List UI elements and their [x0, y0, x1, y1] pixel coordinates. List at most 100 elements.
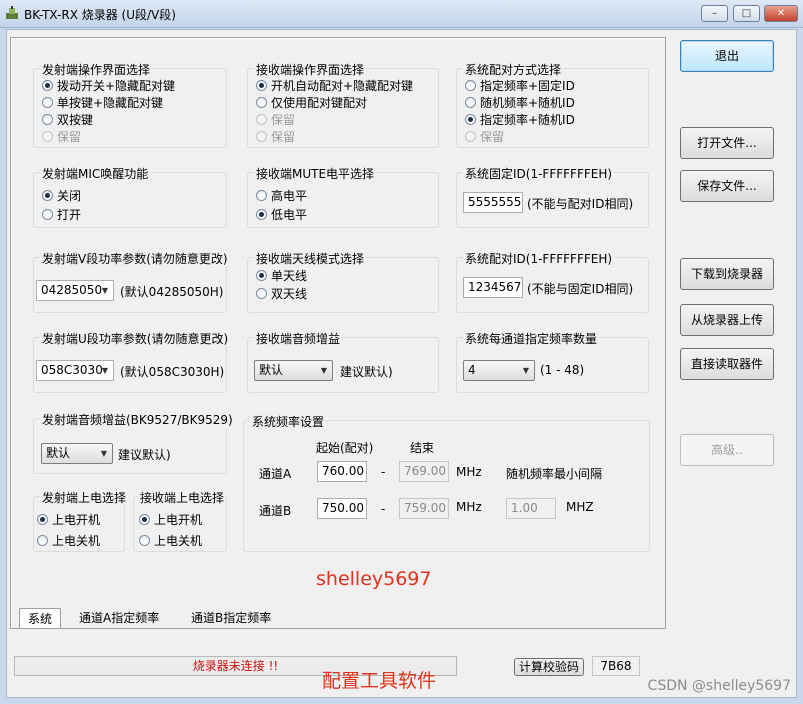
radio-icon [139, 535, 150, 546]
dropdown-arrow-icon: ▼ [100, 449, 107, 458]
checksum-value: 7B68 [592, 656, 640, 676]
channel-b-end-input: 759.00 [399, 498, 449, 519]
channel-b-start-input[interactable]: 750.00 [317, 498, 367, 519]
tx-u-power-note: (默认058C3030H) [120, 365, 225, 379]
radio-icon [256, 97, 267, 108]
radio-option-disabled: 保留 [465, 129, 504, 145]
channel-b-label: 通道B [259, 504, 292, 518]
radio-option[interactable]: 单天线 [256, 268, 307, 284]
group-title: 接收端MUTE电平选择 [254, 165, 377, 182]
group-title: 系统固定ID(1-FFFFFFFEH) [463, 165, 615, 182]
caption-watermark: 配置工具软件 [322, 670, 437, 692]
radio-option[interactable]: 指定频率+固定ID [465, 78, 575, 94]
title-bar[interactable]: BK-TX-RX 烧录器 (U段/V段) – □ ✕ [0, 0, 803, 28]
radio-icon [42, 131, 53, 142]
radio-checked-icon [256, 270, 267, 281]
radio-option[interactable]: 指定频率+随机ID [465, 112, 575, 128]
radio-option[interactable]: 关闭 [42, 188, 81, 204]
radio-option[interactable]: 拨动开关+隐藏配对键 [42, 78, 175, 94]
channel-a-start-input[interactable]: 760.00 [317, 461, 367, 482]
tab-channel-a-freq[interactable]: 通道A指定频率 [79, 608, 159, 628]
radio-icon [465, 80, 476, 91]
group-title: 系统频率设置 [250, 413, 327, 430]
radio-option-disabled: 保留 [42, 129, 81, 145]
tx-v-power-combo[interactable]: 04285050 ▼ [36, 280, 114, 301]
channel-freq-count-note: (1 - 48) [540, 363, 585, 377]
tab-channel-b-freq[interactable]: 通道B指定频率 [191, 608, 271, 628]
radio-checked-icon [37, 514, 48, 525]
radio-option[interactable]: 上电关机 [37, 533, 100, 549]
group-title: 发射端V段功率参数(请勿随意更改) [40, 250, 230, 267]
radio-icon [256, 288, 267, 299]
group-title: 接收端音频增益 [254, 330, 343, 347]
tx-ui-select-group: 发射端操作界面选择 拨动开关+隐藏配对键 单按键+隐藏配对键 双按键 保留 [33, 61, 227, 148]
save-file-button[interactable]: 保存文件... [680, 170, 774, 202]
group-title: 接收端上电选择 [138, 489, 227, 506]
fixed-id-group: 系统固定ID(1-FFFFFFFEH) 55555555 (不能与配对ID相同) [456, 165, 649, 228]
radio-option[interactable]: 高电平 [256, 188, 307, 204]
tx-audio-gain-note: 建议默认) [118, 448, 171, 462]
radio-option[interactable]: 仅使用配对键配对 [256, 95, 367, 111]
rx-antenna-group: 接收端天线模式选择 单天线 双天线 [247, 250, 439, 313]
radio-icon [465, 131, 476, 142]
tab-system[interactable]: 系统 [19, 608, 62, 628]
tx-v-power-group: 发射端V段功率参数(请勿随意更改) 04285050 ▼ (默认04285050H… [33, 250, 230, 313]
radio-option-disabled: 保留 [256, 112, 295, 128]
radio-option[interactable]: 上电关机 [139, 533, 202, 549]
radio-option[interactable]: 开机自动配对+隐藏配对键 [256, 78, 413, 94]
radio-option[interactable]: 打开 [42, 207, 81, 223]
pair-id-group: 系统配对ID(1-FFFFFFFEH) 12345678 (不能与固定ID相同) [456, 250, 649, 313]
radio-checked-icon [42, 80, 53, 91]
min-interval-label: 随机频率最小间隔 [506, 467, 603, 481]
radio-icon [42, 209, 53, 220]
close-button[interactable]: ✕ [764, 5, 798, 22]
radio-checked-icon [256, 209, 267, 220]
channel-a-label: 通道A [259, 467, 292, 481]
channel-freq-count-combo[interactable]: 4 ▼ [463, 360, 535, 381]
group-title: 系统每通道指定频率数量 [463, 330, 600, 347]
dropdown-arrow-icon: ▼ [101, 366, 108, 375]
group-title: 发射端操作界面选择 [40, 61, 153, 78]
group-title: 发射端上电选择 [40, 489, 129, 506]
upload-from-burner-button[interactable]: 从烧录器上传 [680, 304, 774, 336]
radio-option[interactable]: 随机频率+随机ID [465, 95, 575, 111]
tx-u-power-combo[interactable]: 058C3030 ▼ [36, 360, 114, 381]
group-title: 接收端天线模式选择 [254, 250, 367, 267]
radio-option[interactable]: 低电平 [256, 207, 307, 223]
window-title: BK-TX-RX 烧录器 (U段/V段) [24, 8, 176, 22]
fixed-id-input[interactable]: 55555555 [463, 192, 523, 213]
radio-option[interactable]: 双按键 [42, 112, 93, 128]
channel-a-end-input: 769.00 [399, 461, 449, 482]
open-file-button[interactable]: 打开文件... [680, 127, 774, 159]
dropdown-arrow-icon: ▼ [101, 286, 108, 295]
group-title: 发射端MIC唤醒功能 [40, 165, 151, 182]
tx-audio-gain-combo[interactable]: 默认 ▼ [41, 443, 113, 464]
app-icon [6, 6, 18, 19]
rx-mute-level-group: 接收端MUTE电平选择 高电平 低电平 [247, 165, 439, 228]
radio-icon [256, 114, 267, 125]
radio-option[interactable]: 上电开机 [139, 512, 202, 528]
pair-id-input[interactable]: 12345678 [463, 277, 523, 298]
dropdown-arrow-icon: ▼ [320, 366, 327, 375]
radio-icon [256, 131, 267, 142]
radio-option[interactable]: 上电开机 [37, 512, 100, 528]
exit-button[interactable]: 退出 [680, 40, 774, 72]
download-to-burner-button[interactable]: 下载到烧录器 [680, 258, 774, 290]
channel-b-unit: MHz [456, 500, 482, 514]
radio-checked-icon [139, 514, 150, 525]
radio-checked-icon [256, 80, 267, 91]
radio-option[interactable]: 双天线 [256, 286, 307, 302]
tx-u-power-group: 发射端U段功率参数(请勿随意更改) 058C3030 ▼ (默认058C3030H… [33, 330, 231, 393]
tx-mic-wake-group: 发射端MIC唤醒功能 关闭 打开 [33, 165, 227, 228]
radio-option-disabled: 保留 [256, 129, 295, 145]
radio-icon [465, 97, 476, 108]
compute-checksum-button[interactable]: 计算校验码 [514, 658, 584, 676]
dropdown-arrow-icon: ▼ [522, 366, 529, 375]
radio-option[interactable]: 单按键+隐藏配对键 [42, 95, 163, 111]
maximize-button[interactable]: □ [733, 5, 760, 22]
minimize-button[interactable]: – [701, 5, 728, 22]
radio-icon [256, 190, 267, 201]
read-device-button[interactable]: 直接读取器件 [680, 348, 774, 380]
tx-power-on-group: 发射端上电选择 上电开机 上电关机 [33, 489, 129, 552]
rx-audio-gain-combo[interactable]: 默认 ▼ [254, 360, 333, 381]
